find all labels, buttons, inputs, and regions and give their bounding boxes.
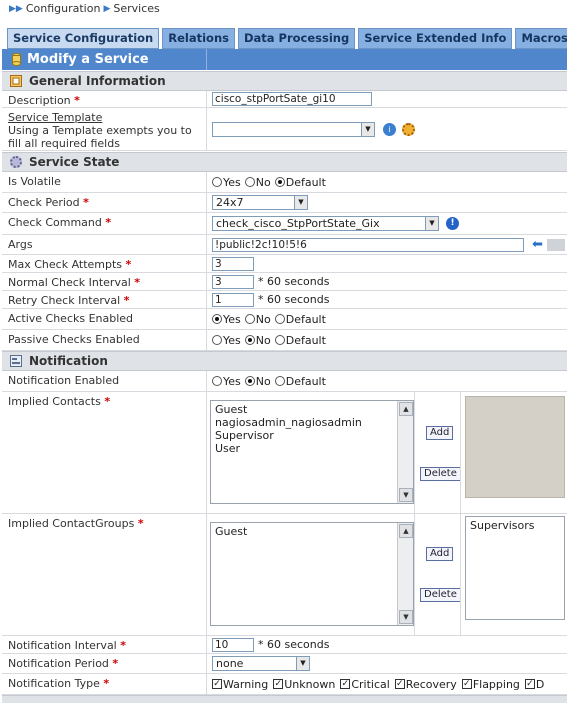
row-notification-period: Notification Period * none ▼ [2, 654, 567, 674]
row-description: Description * [2, 91, 567, 108]
row-check-period: Check Period * 24x7 ▼ [2, 193, 567, 213]
passive-no-radio[interactable]: No [244, 334, 271, 347]
description-input[interactable] [212, 92, 372, 106]
scrollbar[interactable]: ▲ ▼ [397, 401, 413, 503]
template-help-text: Using a Template exempts you to fill all… [8, 124, 192, 150]
notification-period-select[interactable]: none ▼ [212, 656, 310, 671]
row-notification-enabled: Notification Enabled Yes No Default [2, 371, 567, 392]
notification-yes-radio[interactable]: Yes [212, 375, 241, 388]
page-title: Modify a Service [27, 52, 149, 67]
check-period-select[interactable]: 24x7 ▼ [212, 195, 308, 210]
row-active-checks: Active Checks Enabled Yes No Default [2, 309, 567, 330]
type-critical-checkbox[interactable]: ✓ Critical [340, 678, 390, 691]
database-icon [12, 53, 21, 66]
row-args: Args ⬅ [2, 235, 567, 255]
double-arrow-icon: ▶▶ [9, 3, 23, 14]
tab-bar: Service Configuration Relations Data Pro… [7, 28, 567, 49]
contactgroups-add-button[interactable]: Add [426, 547, 454, 561]
passive-yes-radio[interactable]: Yes [212, 334, 241, 347]
volatile-yes-radio[interactable]: Yes [212, 176, 241, 189]
list-item[interactable]: Guest [211, 525, 413, 538]
tab-service-extended-info[interactable]: Service Extended Info [358, 28, 513, 49]
row-max-check-attempts: Max Check Attempts * [2, 255, 567, 273]
scrollbar[interactable]: ▲ ▼ [397, 523, 413, 625]
list-item[interactable]: Supervisors [466, 517, 564, 532]
required-marker: * [74, 94, 80, 107]
row-is-volatile: Is Volatile Yes No Default [2, 172, 567, 193]
tab-data-processing[interactable]: Data Processing [237, 28, 356, 49]
section-notification: Notification [2, 351, 567, 371]
volatile-default-radio[interactable]: Default [274, 176, 326, 189]
notification-interval-input[interactable] [212, 637, 254, 652]
row-service-template: Service Template Using a Template exempt… [2, 108, 567, 151]
chevron-down-icon: ▼ [294, 196, 307, 209]
args-helper-box[interactable] [546, 238, 565, 251]
section-service-state: Service State [2, 152, 567, 172]
contacts-selected-list[interactable] [465, 396, 565, 498]
type-recovery-checkbox[interactable]: ✓ Recovery [394, 678, 457, 691]
row-implied-contacts: Implied Contacts * Guest nagiosadmin_nag… [2, 392, 567, 514]
row-implied-contactgroups: Implied ContactGroups * Guest ▲ ▼ Add De… [2, 514, 567, 636]
contactgroups-selected-list[interactable]: Supervisors [465, 516, 565, 620]
service-template-link[interactable]: Service Template [8, 111, 102, 124]
chevron-down-icon: ▼ [425, 217, 438, 230]
contactgroups-available-list[interactable]: Guest ▲ ▼ [210, 522, 414, 626]
scroll-down-icon[interactable]: ▼ [399, 488, 413, 502]
check-command-select[interactable]: check_cisco_StpPortState_Gix ▼ [212, 216, 439, 231]
form-icon [10, 75, 22, 87]
row-notification-type: Notification Type * ✓ Warning ✓ Unknown ✓ C… [2, 674, 567, 695]
scroll-up-icon[interactable]: ▲ [399, 524, 413, 538]
row-normal-check-interval: Normal Check Interval * * 60 seconds [2, 273, 567, 291]
notification-no-radio[interactable]: No [244, 375, 271, 388]
type-unknown-checkbox[interactable]: ✓ Unknown [273, 678, 335, 691]
gear-icon[interactable] [402, 122, 415, 136]
list-item[interactable]: Supervisor [211, 429, 413, 442]
active-default-radio[interactable]: Default [274, 313, 326, 326]
alert-icon[interactable]: ! [446, 217, 459, 230]
type-downtime-checkbox[interactable]: ✓ D [524, 678, 544, 691]
arrow-left-icon[interactable]: ⬅ [532, 237, 543, 252]
list-item[interactable]: Guest [211, 403, 413, 416]
scroll-up-icon[interactable]: ▲ [399, 402, 413, 416]
normal-check-interval-input[interactable] [212, 274, 254, 289]
max-check-attempts-input[interactable] [212, 256, 254, 271]
active-yes-radio[interactable]: Yes [212, 313, 241, 326]
args-input[interactable] [212, 237, 524, 252]
type-warning-checkbox[interactable]: ✓ Warning [212, 678, 268, 691]
breadcrumb-current[interactable]: Services [113, 2, 159, 15]
tab-macros[interactable]: Macros [515, 28, 567, 49]
section-general-information: General Information [2, 71, 567, 91]
contactgroups-delete-button[interactable]: Delete [420, 588, 461, 602]
volatile-no-radio[interactable]: No [244, 176, 271, 189]
chevron-down-icon: ▼ [296, 657, 309, 670]
row-passive-checks: Passive Checks Enabled Yes No Default [2, 330, 567, 351]
contacts-add-button[interactable]: Add [426, 426, 454, 440]
contacts-available-list[interactable]: Guest nagiosadmin_nagiosadmin Supervisor… [210, 400, 414, 504]
type-flapping-checkbox[interactable]: ✓ Flapping [461, 678, 520, 691]
template-select[interactable]: ▼ [212, 121, 375, 137]
breadcrumb-root[interactable]: Configuration [26, 2, 101, 15]
scroll-down-icon[interactable]: ▼ [399, 610, 413, 624]
tab-relations[interactable]: Relations [162, 28, 235, 49]
notification-icon [10, 355, 22, 367]
row-notification-interval: Notification Interval * * 60 seconds [2, 636, 567, 654]
gear-icon [10, 156, 22, 168]
retry-check-interval-input[interactable] [212, 292, 254, 307]
list-item[interactable]: nagiosadmin_nagiosadmin [211, 416, 413, 429]
arrow-icon: ▶ [103, 3, 111, 14]
notification-default-radio[interactable]: Default [274, 375, 326, 388]
breadcrumb: ▶▶ Configuration ▶ Services [9, 2, 160, 15]
chevron-down-icon: ▼ [361, 122, 374, 136]
page-title-bar: Modify a Service [2, 49, 567, 70]
tab-service-configuration[interactable]: Service Configuration [7, 28, 160, 49]
list-item[interactable]: User [211, 442, 413, 455]
row-check-command: Check Command * check_cisco_StpPortState… [2, 213, 567, 235]
info-icon[interactable]: i [383, 122, 396, 136]
active-no-radio[interactable]: No [244, 313, 271, 326]
contacts-delete-button[interactable]: Delete [420, 467, 461, 481]
bottom-bar [2, 695, 567, 703]
row-retry-check-interval: Retry Check Interval * * 60 seconds [2, 291, 567, 309]
passive-default-radio[interactable]: Default [274, 334, 326, 347]
